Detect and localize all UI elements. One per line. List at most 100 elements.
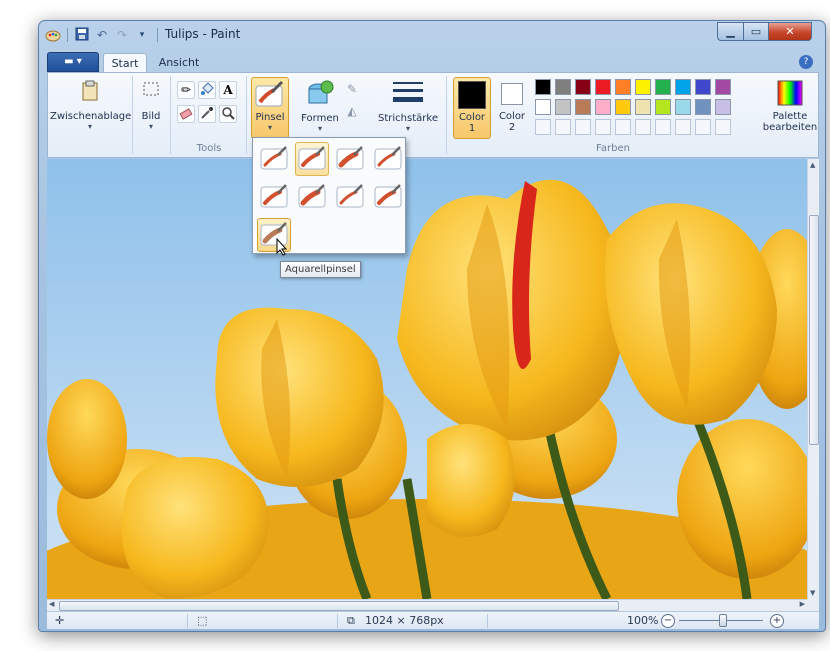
palette-color-swatch[interactable] <box>555 99 571 115</box>
palette-color-swatch[interactable] <box>655 79 671 95</box>
palette-empty-swatch[interactable] <box>555 119 571 135</box>
customize-qat-icon[interactable]: ▾ <box>134 27 150 43</box>
palette-color-swatch[interactable] <box>575 99 591 115</box>
zoom-out-button[interactable]: − <box>661 614 675 628</box>
color1-button[interactable]: Color 1 <box>453 77 491 139</box>
colors-group-label: Farben <box>596 143 630 154</box>
ribbon-tabs: ▬ ▾ Start Ansicht ? <box>47 51 819 73</box>
image-button[interactable]: Bild ▾ <box>136 79 166 145</box>
scroll-up-icon[interactable]: ▲ <box>810 161 815 169</box>
paint-app-icon[interactable] <box>45 27 61 43</box>
brush-icon <box>298 184 326 208</box>
palette-color-swatch[interactable] <box>615 79 631 95</box>
zoom-slider-knob[interactable] <box>719 614 727 627</box>
palette-color-swatch[interactable] <box>695 79 711 95</box>
color1-label: Color <box>458 112 486 123</box>
menu-icon: ▬ ▾ <box>64 56 82 67</box>
scroll-left-icon[interactable]: ◀ <box>49 600 54 608</box>
brush-icon <box>260 184 288 208</box>
palette-color-swatch[interactable] <box>715 99 731 115</box>
palette-color-swatch[interactable] <box>715 79 731 95</box>
palette-color-swatch[interactable] <box>575 79 591 95</box>
window-title: Tulips - Paint <box>165 27 241 41</box>
scroll-right-icon[interactable]: ▶ <box>800 600 805 608</box>
vertical-scroll-thumb[interactable] <box>809 215 819 445</box>
palette-color-swatch[interactable] <box>635 79 651 95</box>
help-icon[interactable]: ? <box>799 55 813 69</box>
brush-option[interactable] <box>371 142 405 176</box>
scroll-down-icon[interactable]: ▼ <box>810 589 815 597</box>
stroke-size-button[interactable]: Strichstärke ▾ <box>378 77 438 143</box>
outline-icon[interactable]: ✎ <box>343 81 361 99</box>
palette-empty-swatch[interactable] <box>675 119 691 135</box>
brush-option[interactable] <box>371 180 405 214</box>
edit-palette-label-1: Palette <box>772 111 808 122</box>
edit-palette-button[interactable]: Palette bearbeiten <box>762 79 818 145</box>
brush-option[interactable] <box>333 142 367 176</box>
vertical-scrollbar[interactable]: ▲ ▼ <box>807 159 819 599</box>
palette-empty-swatch[interactable] <box>575 119 591 135</box>
palette-empty-swatch[interactable] <box>655 119 671 135</box>
palette-empty-swatch[interactable] <box>695 119 711 135</box>
palette-color-swatch[interactable] <box>675 79 691 95</box>
palette-empty-swatch[interactable] <box>635 119 651 135</box>
brush-option[interactable] <box>257 180 291 214</box>
text-tool-icon[interactable]: A <box>219 81 237 99</box>
clipboard-button[interactable]: Zwischenablage ▾ <box>50 79 131 145</box>
color2-number: 2 <box>508 122 516 133</box>
color2-button[interactable]: Color 2 <box>495 77 529 139</box>
brushes-button[interactable]: Pinsel ▾ <box>251 77 289 139</box>
save-icon[interactable] <box>74 27 90 43</box>
palette-empty-swatch[interactable] <box>595 119 611 135</box>
palette-empty-swatch[interactable] <box>715 119 731 135</box>
shapes-button[interactable]: Formen ▾ <box>298 77 342 143</box>
palette-empty-swatch[interactable] <box>615 119 631 135</box>
edit-palette-label-2: bearbeiten <box>762 122 818 133</box>
paint-window: ↶ ↷ ▾ Tulips - Paint ▁ ▭ ✕ ▬ ▾ Start Ans… <box>38 20 826 632</box>
chevron-down-icon: ▾ <box>405 124 410 133</box>
stroke-size-label: Strichstärke <box>378 113 438 124</box>
color2-swatch <box>501 83 523 105</box>
palette-color-swatch[interactable] <box>555 79 571 95</box>
brush-icon <box>336 184 364 208</box>
palette-color-swatch[interactable] <box>615 99 631 115</box>
palette-color-swatch[interactable] <box>535 79 551 95</box>
tab-ansicht[interactable]: Ansicht <box>153 53 205 73</box>
palette-color-swatch[interactable] <box>595 79 611 95</box>
palette-color-swatch[interactable] <box>535 99 551 115</box>
brush-option[interactable] <box>257 142 291 176</box>
brush-option[interactable] <box>333 180 367 214</box>
minimize-button[interactable]: ▁ <box>717 22 744 41</box>
ribbon: Zwischenablage ▾ Bild ▾ ✏ A Tools Pinsel… <box>47 72 819 158</box>
paint-menu-button[interactable]: ▬ ▾ <box>47 52 99 72</box>
brush-option[interactable] <box>295 142 329 176</box>
palette-empty-swatch[interactable] <box>535 119 551 135</box>
palette-color-swatch[interactable] <box>675 99 691 115</box>
horizontal-scrollbar[interactable]: ◀ ▶ <box>47 599 807 611</box>
palette-color-swatch[interactable] <box>695 99 711 115</box>
maximize-button[interactable]: ▭ <box>743 22 769 41</box>
eraser-icon[interactable] <box>177 105 195 123</box>
tulips-image[interactable] <box>47 159 807 599</box>
palette-color-swatch[interactable] <box>595 99 611 115</box>
color-picker-icon[interactable] <box>198 105 216 123</box>
close-button[interactable]: ✕ <box>768 22 812 41</box>
brush-icon <box>374 146 402 170</box>
brush-option[interactable] <box>295 180 329 214</box>
palette-color-swatch[interactable] <box>635 99 651 115</box>
undo-icon[interactable]: ↶ <box>94 27 110 43</box>
palette-color-swatch[interactable] <box>655 99 671 115</box>
redo-icon[interactable]: ↷ <box>114 27 130 43</box>
canvas-area[interactable] <box>47 159 807 599</box>
magnifier-icon[interactable] <box>219 105 237 123</box>
image-label: Bild <box>141 111 161 122</box>
pencil-icon[interactable]: ✏ <box>177 81 195 99</box>
fill-icon[interactable]: ◭ <box>343 103 361 121</box>
fill-bucket-icon[interactable] <box>198 81 216 99</box>
image-dimensions: 1024 × 768px <box>365 614 444 627</box>
mouse-cursor-icon <box>276 237 288 260</box>
horizontal-scroll-thumb[interactable] <box>59 601 619 611</box>
tab-start[interactable]: Start <box>103 53 147 73</box>
zoom-in-button[interactable]: + <box>770 614 784 628</box>
brush-tooltip: Aquarellpinsel <box>280 261 361 278</box>
